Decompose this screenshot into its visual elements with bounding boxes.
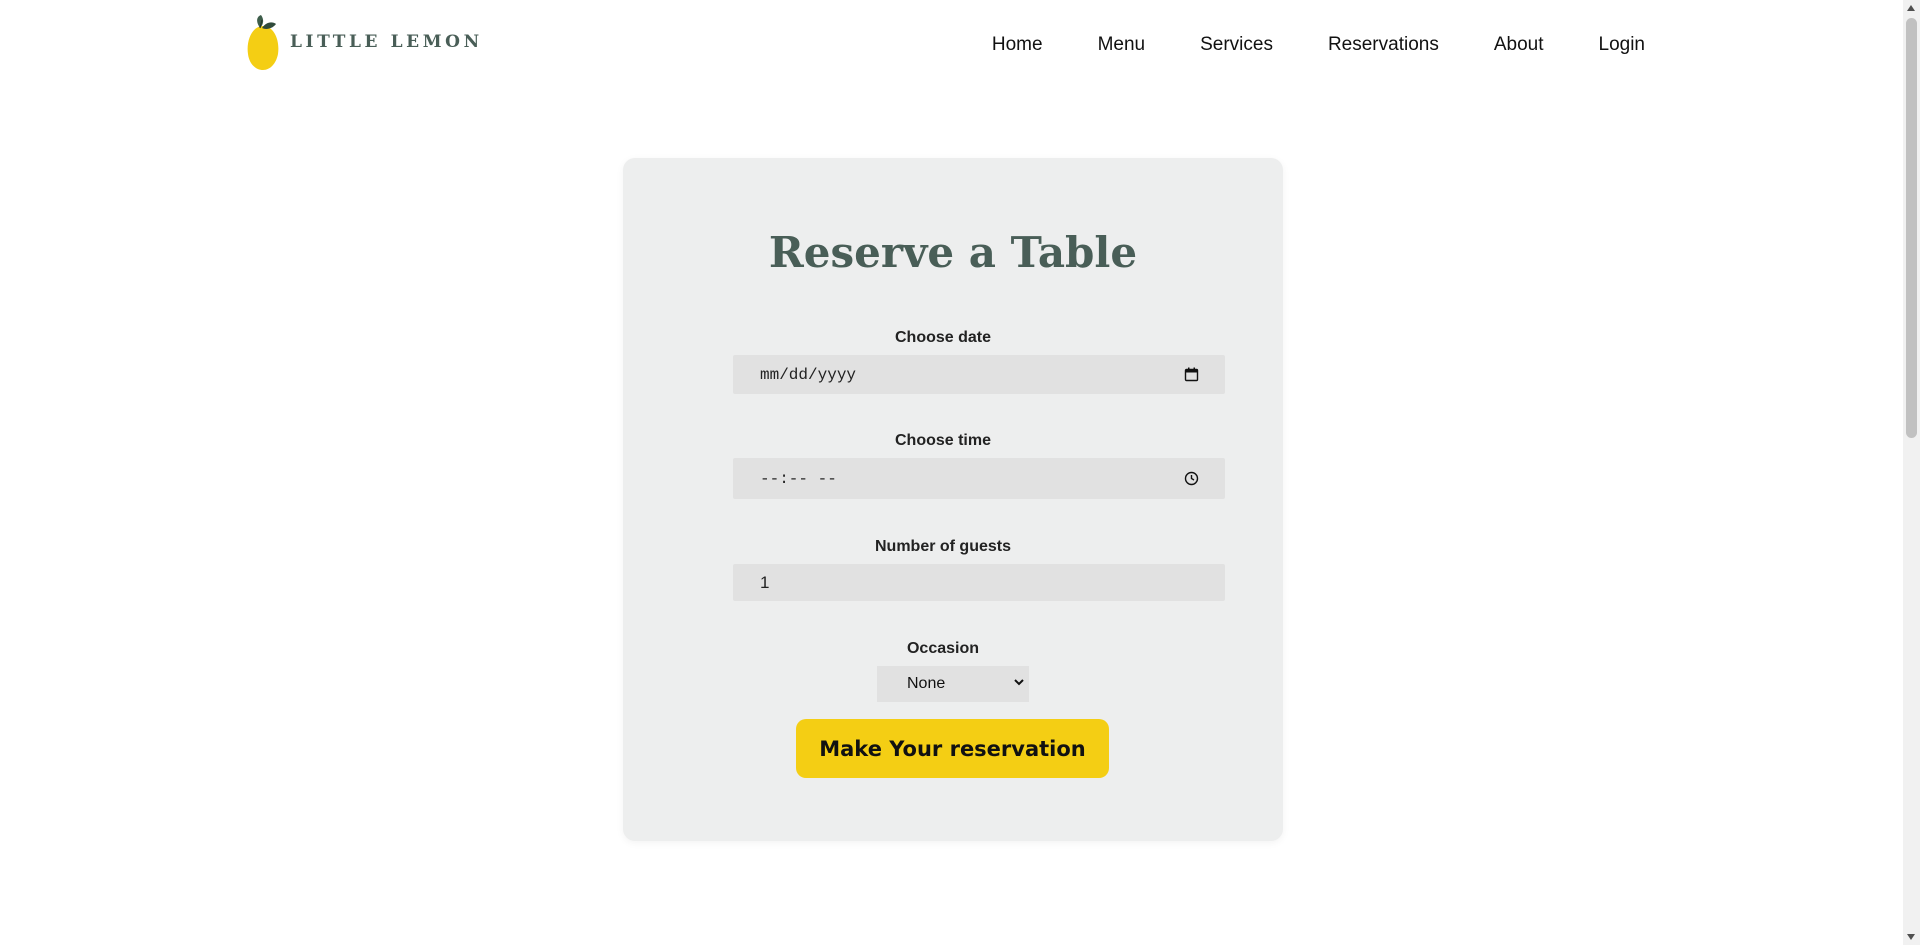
date-label: Choose date <box>894 329 991 346</box>
occasion-select[interactable]: None <box>877 666 1029 702</box>
date-input[interactable]: mm/dd/yyyy <box>733 355 1225 394</box>
lemon-logo-icon <box>247 15 279 70</box>
occasion-selected: None <box>907 675 946 692</box>
scroll-up-icon[interactable] <box>1907 5 1915 11</box>
guests-label: Number of guests <box>874 538 1011 555</box>
nav-home[interactable]: Home <box>992 34 1043 56</box>
make-reservation-button[interactable]: Make Your reservation <box>796 719 1109 778</box>
nav-login[interactable]: Login <box>1599 34 1646 56</box>
nav-about[interactable]: About <box>1494 34 1544 56</box>
form-title: Reserve a Table <box>768 228 1138 277</box>
nav-reservations[interactable]: Reservations <box>1328 34 1439 56</box>
calendar-icon[interactable] <box>1184 367 1199 382</box>
page: LITTLE LEMON Home Menu Services Reservat… <box>0 0 1920 945</box>
logo-text: LITTLE LEMON <box>290 32 483 52</box>
occasion-label: Occasion <box>906 640 980 657</box>
logo[interactable]: LITTLE LEMON <box>246 14 483 70</box>
time-placeholder: --:-- -- <box>760 469 837 488</box>
guests-input[interactable]: 1 <box>733 564 1225 601</box>
main-nav: Home Menu Services Reservations About Lo… <box>992 34 1645 56</box>
reservation-form-card: Reserve a Table Choose date mm/dd/yyyy C… <box>623 158 1283 841</box>
time-input[interactable]: --:-- -- <box>733 458 1225 499</box>
guests-value: 1 <box>760 572 770 592</box>
time-label: Choose time <box>894 432 991 449</box>
nav-services[interactable]: Services <box>1200 34 1273 56</box>
scroll-down-icon[interactable] <box>1907 934 1915 940</box>
page-scrollbar[interactable] <box>1903 0 1920 945</box>
clock-icon[interactable] <box>1184 471 1199 486</box>
scroll-thumb[interactable] <box>1906 18 1917 438</box>
nav-menu[interactable]: Menu <box>1098 34 1146 56</box>
chevron-down-icon <box>1013 675 1025 693</box>
date-placeholder: mm/dd/yyyy <box>760 365 857 384</box>
